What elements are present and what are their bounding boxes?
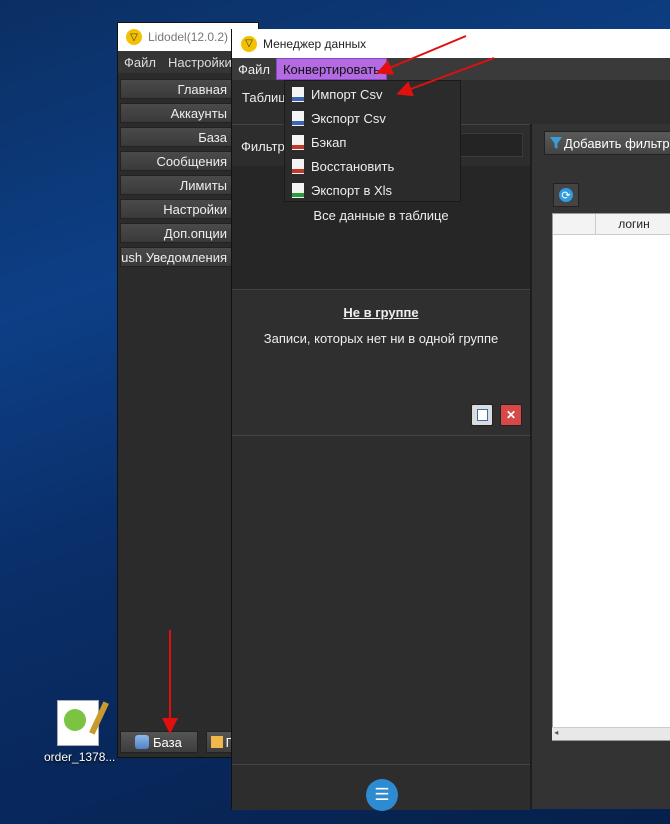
arrow-to-convert-menu (376, 35, 467, 75)
annotation-arrows (162, 35, 495, 734)
arrow-to-import-csv (396, 57, 495, 97)
